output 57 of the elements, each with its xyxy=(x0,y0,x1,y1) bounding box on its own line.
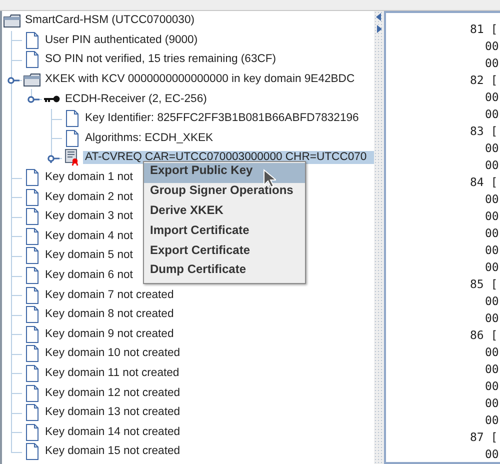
hex-line: 00 xyxy=(485,379,499,393)
tree-item[interactable]: SO PIN not verified, 15 tries remaining (63CF) xyxy=(43,53,278,66)
hex-line: 86 [ xyxy=(470,328,498,342)
hex-line: 00 xyxy=(485,345,499,359)
tree-item[interactable]: Key domain 3 not xyxy=(43,210,135,224)
tree-item[interactable]: XKEK with KCV 0000000000000000 in key domain 9E42BDC xyxy=(43,73,357,86)
hex-line: 84 [ xyxy=(470,175,498,189)
hex-line: 81 [ xyxy=(470,22,498,36)
tree-item[interactable]: Key domain 9 not created xyxy=(43,328,176,341)
tree-item[interactable]: Key domain 8 not created xyxy=(43,308,176,322)
tree-item[interactable]: Key domain 12 not created xyxy=(43,386,182,400)
hex-line: 83 [ xyxy=(470,124,498,138)
tree-item[interactable]: Key domain 11 not created xyxy=(43,366,182,380)
tree-item[interactable]: ECDH-Receiver (2, EC-256) xyxy=(63,92,209,106)
tree-item[interactable]: Key domain 2 not xyxy=(43,190,135,204)
hex-line: 00 xyxy=(485,260,499,274)
hex-line: 00 xyxy=(485,362,499,376)
hex-line: 87 [ xyxy=(470,430,498,444)
hex-line: 00 xyxy=(485,107,499,121)
expand-toggle-icon[interactable] xyxy=(47,154,60,163)
tree-item[interactable]: User PIN authenticated (9000) xyxy=(43,34,200,47)
tree-item[interactable]: Key domain 15 not created xyxy=(43,445,182,458)
menu-item[interactable]: Export Certificate xyxy=(144,242,305,262)
tree-item[interactable]: Algorithms: ECDH_XKEK xyxy=(83,132,216,145)
hex-line: 00 xyxy=(485,311,499,325)
hex-line: 00 xyxy=(485,39,499,53)
tree-item[interactable]: Key Identifier: 825FFC2FF3B1B081B66ABFD7832196 xyxy=(83,112,361,126)
expand-toggle-icon[interactable] xyxy=(7,76,20,85)
menu-item[interactable]: Import Certificate xyxy=(144,222,305,243)
menu-item[interactable]: Derive XKEK xyxy=(144,202,305,223)
hex-line: 00 xyxy=(485,243,499,257)
tree-item[interactable]: Key domain 10 not created xyxy=(43,347,182,360)
tree-item[interactable]: Key domain 14 not created xyxy=(43,426,182,439)
hex-line: 82 [ xyxy=(470,73,498,87)
menu-item[interactable]: Dump Certificate xyxy=(144,262,305,282)
hex-line: 00 xyxy=(485,226,499,240)
tree-item[interactable]: Key domain 6 not xyxy=(43,269,135,282)
hex-line: 00 xyxy=(485,396,499,410)
hex-line: 00 xyxy=(485,413,499,427)
tree-item[interactable]: SmartCard-HSM (UTCC0700030) xyxy=(23,14,196,28)
hex-line: 00 xyxy=(485,141,499,155)
hex-line: 00 xyxy=(485,90,499,104)
tree-item[interactable]: Key domain 5 not xyxy=(43,249,135,262)
hex-line: 00 xyxy=(485,192,499,206)
tree-item[interactable]: Key domain 1 not xyxy=(43,171,135,184)
menu-item[interactable]: Group Signer Operations xyxy=(144,182,305,203)
hex-line: 85 [ xyxy=(470,277,498,291)
tree-item[interactable]: Key domain 13 not created xyxy=(43,406,182,420)
hex-line: 00 xyxy=(485,56,499,70)
tree-item[interactable]: Key domain 4 not xyxy=(43,230,135,243)
hex-line: 00 xyxy=(485,209,499,223)
expand-toggle-icon[interactable] xyxy=(27,95,40,104)
tree-item[interactable]: Key domain 7 not created xyxy=(43,288,176,302)
menu-item[interactable]: Export Public Key xyxy=(144,163,305,183)
hex-line: 00 xyxy=(485,294,499,308)
hex-line: 00 xyxy=(485,447,499,461)
hex-line: 00 xyxy=(485,158,499,172)
